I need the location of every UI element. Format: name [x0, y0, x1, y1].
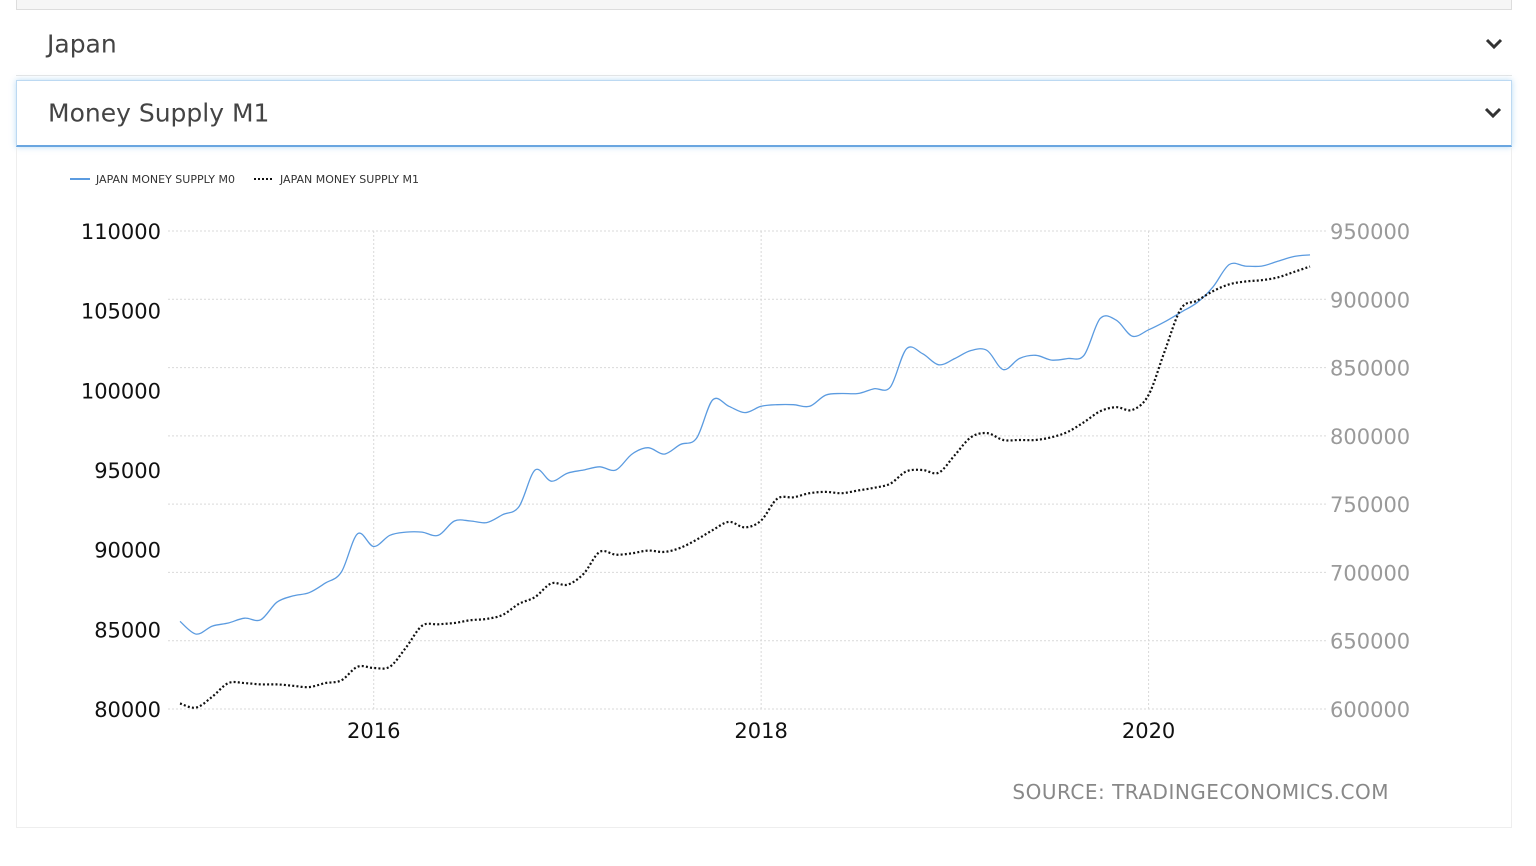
- series-line-m1: [179, 265, 1311, 709]
- right-axis-tick-label: 950000: [1330, 220, 1410, 244]
- left-axis-tick-label: 90000: [94, 539, 161, 563]
- money-supply-chart: JAPAN MONEY SUPPLY M0 JAPAN MONEY SUPPLY …: [70, 173, 1410, 804]
- left-axis-tick-label: 80000: [94, 698, 161, 722]
- source-label: SOURCE: TRADINGECONOMICS.COM: [1012, 780, 1389, 804]
- legend-label-m1: JAPAN MONEY SUPPLY M1: [279, 173, 419, 186]
- series-line-m0: [179, 254, 1311, 635]
- left-axis-tick-label: 95000: [94, 459, 161, 483]
- right-axis-tick-label: 850000: [1330, 357, 1410, 381]
- right-axis-tick-label: 750000: [1330, 493, 1410, 517]
- left-y-axis: 110000 105000 100000 95000 90000 85000 80000: [81, 220, 161, 722]
- right-axis-tick-label: 600000: [1330, 698, 1410, 722]
- right-axis-tick-label: 650000: [1330, 630, 1410, 654]
- left-axis-tick-label: 110000: [81, 220, 161, 244]
- x-axis: 2016 2018 2020: [347, 719, 1175, 743]
- left-axis-tick-label: 100000: [81, 379, 161, 403]
- right-y-axis: 950000 900000 850000 800000 750000 700000 6500…: [1330, 220, 1410, 722]
- x-axis-tick-label: 2018: [734, 719, 787, 743]
- left-axis-tick-label: 85000: [94, 618, 161, 642]
- x-axis-tick-label: 2020: [1122, 719, 1175, 743]
- chart-legend: JAPAN MONEY SUPPLY M0 JAPAN MONEY SUPPLY …: [70, 173, 419, 186]
- right-axis-tick-label: 700000: [1330, 561, 1410, 585]
- chart-series: [179, 254, 1311, 709]
- right-axis-tick-label: 800000: [1330, 425, 1410, 449]
- legend-label-m0: JAPAN MONEY SUPPLY M0: [95, 173, 235, 186]
- left-axis-tick-label: 105000: [81, 300, 161, 324]
- right-axis-tick-label: 900000: [1330, 288, 1410, 312]
- x-axis-tick-label: 2016: [347, 719, 400, 743]
- chart-grid: [168, 230, 1326, 710]
